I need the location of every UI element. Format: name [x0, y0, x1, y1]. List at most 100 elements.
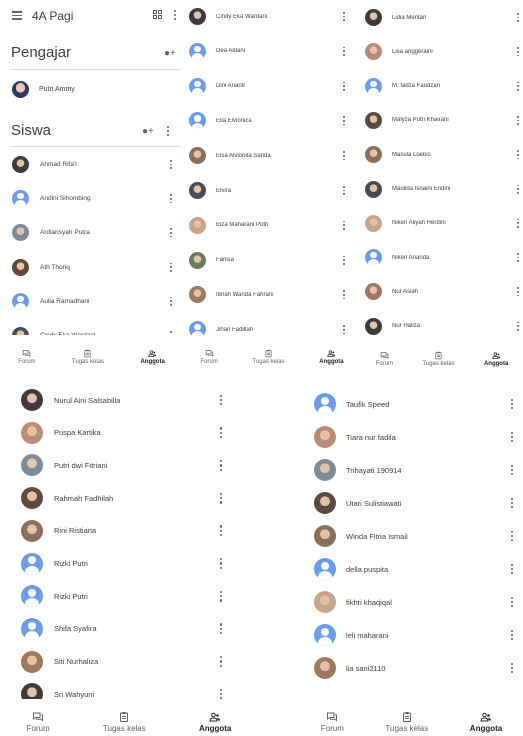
more-options-icon[interactable] [219, 623, 222, 635]
student-row[interactable]: Cindy Eka Wardani [189, 8, 345, 25]
student-row[interactable]: M. fadza Faudzan [365, 77, 519, 95]
student-row[interactable]: Niken Ananda [365, 249, 519, 267]
student-row[interactable]: Shifa Syafira [21, 617, 222, 640]
student-row[interactable]: Ardiansyah Putra [12, 224, 172, 242]
student-row[interactable]: Lidia Mentari [365, 9, 519, 26]
student-row[interactable]: Puspa Kartika [21, 421, 222, 444]
more-options-icon[interactable] [516, 321, 519, 331]
more-options-icon[interactable] [516, 150, 519, 160]
more-options-icon[interactable] [219, 427, 222, 439]
student-row[interactable]: Utari Sulistiawati [314, 492, 513, 514]
more-options-icon[interactable] [219, 590, 222, 602]
more-options-icon[interactable] [510, 530, 513, 542]
more-options-icon[interactable] [342, 46, 345, 56]
more-options-icon[interactable] [510, 464, 513, 476]
student-row[interactable]: Aulia Ramadhani [12, 292, 172, 310]
hamburger-menu-icon[interactable] [12, 11, 22, 20]
student-row[interactable]: Siti Nurhaliza [21, 650, 222, 673]
more-options-icon[interactable] [219, 525, 222, 537]
nav-forum[interactable]: Forum [27, 711, 50, 733]
nav-forum[interactable]: Forum [200, 349, 218, 365]
more-options-icon[interactable] [342, 151, 345, 161]
student-row[interactable]: della puspita [314, 558, 513, 580]
more-options-icon[interactable] [342, 220, 345, 230]
more-options-icon[interactable] [169, 228, 172, 238]
student-row[interactable]: lia sani2110 [314, 657, 513, 679]
student-row[interactable]: Nurul Aini Salsabilla [21, 389, 222, 411]
student-row[interactable]: leli maharani [314, 624, 513, 646]
nav-forum[interactable]: Forum [321, 711, 344, 733]
student-row[interactable]: Dini Arianti [189, 77, 345, 95]
more-options-icon[interactable] [516, 13, 519, 23]
student-row[interactable]: Rizki Putri [21, 552, 222, 575]
nav-classwork[interactable]: Tugas kelas [103, 711, 146, 733]
more-options-icon[interactable] [510, 563, 513, 575]
student-row[interactable]: Taufik Speed [314, 393, 513, 415]
nav-forum[interactable]: Forum [376, 351, 393, 367]
student-row[interactable]: Ahmad Rifa'i [12, 156, 172, 173]
add-student-icon[interactable]: ●+ [142, 126, 154, 137]
more-options-icon[interactable] [174, 10, 177, 20]
more-options-icon[interactable] [510, 596, 513, 608]
more-options-icon[interactable] [510, 497, 513, 509]
student-row[interactable]: Ella Elvionica [189, 112, 345, 130]
more-options-icon[interactable] [342, 290, 345, 300]
more-options-icon[interactable] [510, 662, 513, 674]
student-row[interactable]: Ibnah Wanda Fahrani [189, 286, 345, 304]
more-options-icon[interactable] [516, 47, 519, 57]
student-row[interactable]: Rizki Putri [21, 585, 222, 608]
students-more-icon[interactable] [167, 126, 170, 136]
student-row[interactable]: Nur Asiah [365, 283, 519, 301]
more-options-icon[interactable] [342, 81, 345, 91]
student-row[interactable]: Lisa anggeraini [365, 43, 519, 61]
nav-classwork[interactable]: Tugas kelas [385, 711, 428, 733]
nav-members[interactable]: Anggota [319, 349, 344, 365]
student-row[interactable]: fikhri khaqiqal [314, 591, 513, 613]
student-row[interactable]: Elza Maharani Putri [189, 216, 345, 234]
more-options-icon[interactable] [342, 12, 345, 22]
more-options-icon[interactable] [516, 218, 519, 228]
student-row[interactable]: Rini Ristiana [21, 519, 222, 542]
more-options-icon[interactable] [219, 656, 222, 668]
more-options-icon[interactable] [169, 296, 172, 306]
nav-classwork[interactable]: Tugas kelas [72, 349, 104, 365]
student-row[interactable]: Dea Aldani [189, 42, 345, 60]
student-row[interactable]: Malyza Putri Khairani [365, 111, 519, 129]
student-row[interactable]: Masula Loebis [365, 146, 519, 164]
student-row[interactable]: Ath Thoriq [12, 258, 172, 276]
nav-members[interactable]: Anggota [484, 351, 508, 367]
student-row[interactable]: Elvira [189, 182, 345, 199]
add-teacher-icon[interactable]: ●+ [164, 48, 176, 59]
more-options-icon[interactable] [169, 194, 172, 204]
nav-classwork[interactable]: Tugas kelas [252, 349, 285, 365]
more-options-icon[interactable] [516, 184, 519, 194]
more-options-icon[interactable] [342, 116, 345, 126]
student-row[interactable]: Nur Haliza [365, 317, 519, 335]
more-options-icon[interactable] [516, 81, 519, 91]
student-row[interactable]: Niken Aliyah Herdini [365, 214, 519, 232]
nav-members[interactable]: Anggota [140, 349, 165, 365]
teacher-row[interactable]: Putri Ammy [12, 79, 183, 99]
more-options-icon[interactable] [219, 492, 222, 504]
nav-classwork[interactable]: Tugas kelas [422, 351, 455, 367]
more-options-icon[interactable] [516, 253, 519, 263]
more-options-icon[interactable] [219, 459, 222, 471]
student-row[interactable]: Elsa Alvionita Sanda [189, 147, 345, 165]
more-options-icon[interactable] [169, 262, 172, 272]
more-options-icon[interactable] [342, 186, 345, 196]
more-options-icon[interactable] [510, 431, 513, 443]
more-options-icon[interactable] [510, 398, 513, 410]
more-options-icon[interactable] [342, 325, 345, 335]
nav-forum[interactable]: Forum [18, 349, 36, 365]
more-options-icon[interactable] [219, 558, 222, 569]
student-row[interactable]: Fanisa [189, 251, 345, 269]
student-row[interactable]: Putri dwi Fitriani [21, 454, 222, 477]
more-options-icon[interactable] [169, 160, 172, 170]
qr-grid-icon[interactable] [153, 10, 162, 19]
student-row[interactable]: Maulida Isnaini Endini [365, 180, 519, 198]
student-row[interactable]: Andini Sihombing [12, 190, 172, 208]
nav-members[interactable]: Anggota [199, 711, 231, 733]
more-options-icon[interactable] [219, 394, 222, 406]
student-row[interactable]: Tiara nur fadila [314, 426, 513, 448]
student-row[interactable]: Trihayati 190914 [314, 459, 513, 481]
